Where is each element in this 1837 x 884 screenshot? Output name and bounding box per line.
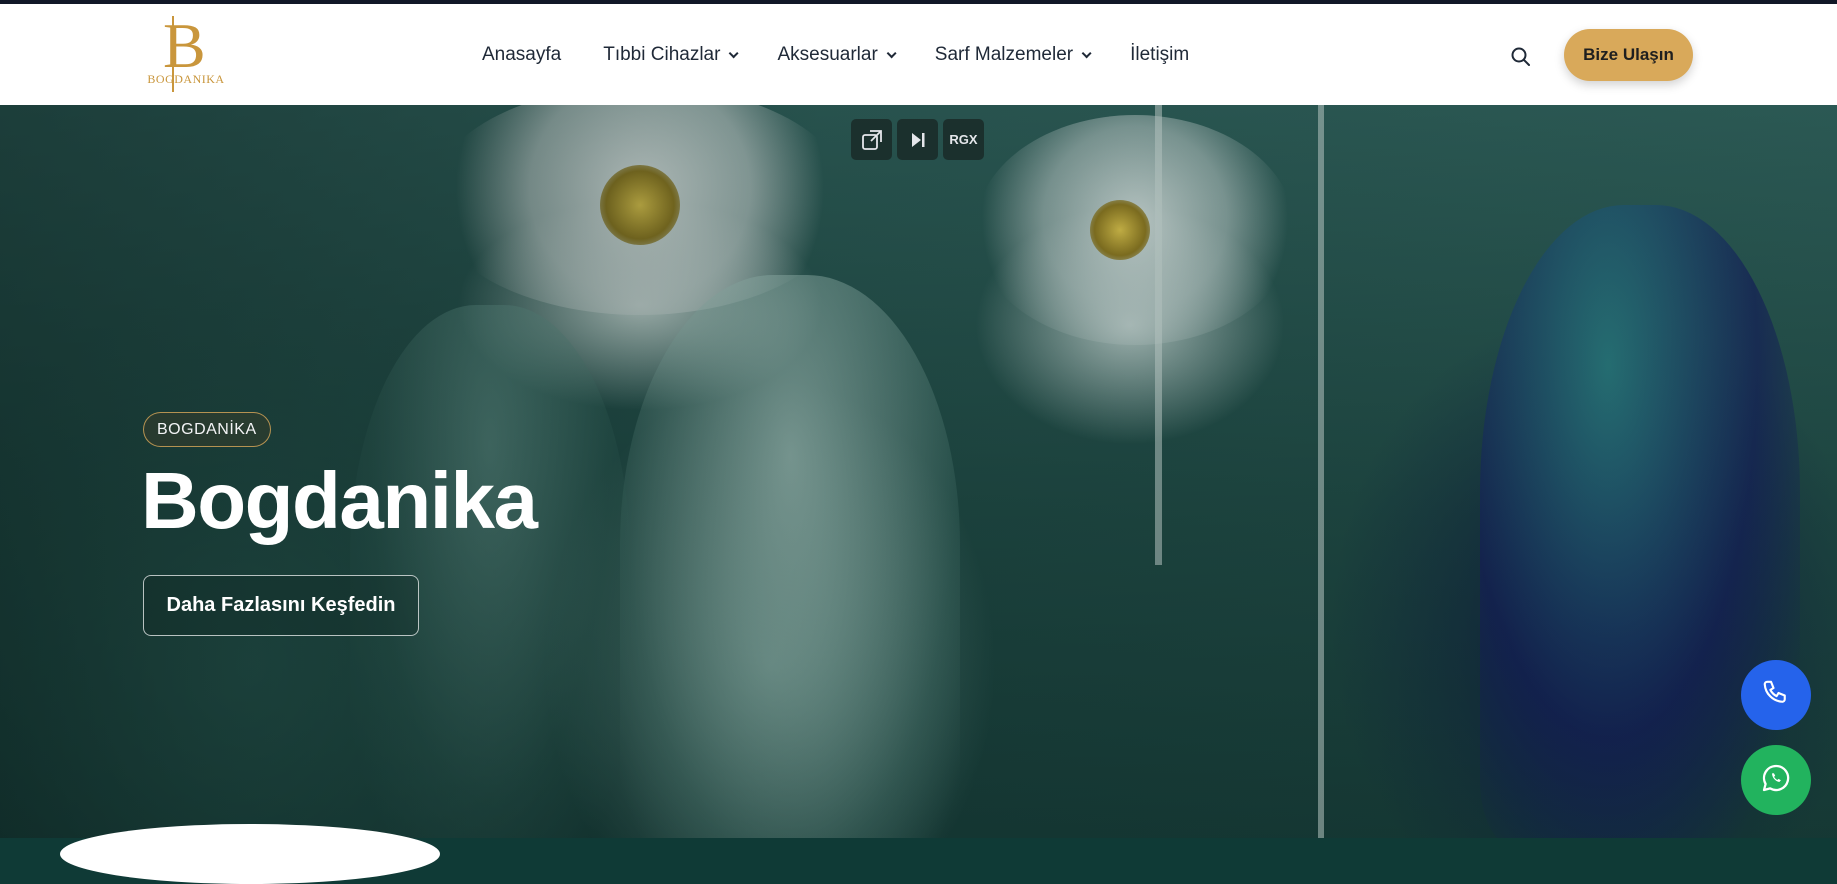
whatsapp-button[interactable]: [1741, 745, 1811, 815]
rgx-button[interactable]: RGX: [943, 119, 984, 160]
main-nav: Anasayfa Tıbbi Cihazlar Aksesuarlar Sarf…: [482, 44, 1231, 66]
logo-text: BOGDANIKA: [147, 72, 225, 86]
popout-icon[interactable]: [851, 119, 892, 160]
explore-button[interactable]: Daha Fazlasını Keşfedin: [143, 575, 419, 636]
hero-section: RGX BOGDANİKA Bogdanika Daha Fazlasını K…: [0, 105, 1837, 838]
skip-icon[interactable]: [897, 119, 938, 160]
hero-badge: BOGDANİKA: [143, 412, 271, 447]
nav-label: Anasayfa: [482, 44, 562, 65]
chevron-down-icon: [886, 47, 897, 58]
nav-label: İletişim: [1130, 44, 1190, 65]
nav-item-aksesuarlar[interactable]: Aksesuarlar: [777, 44, 897, 66]
phone-button[interactable]: [1741, 660, 1811, 730]
site-header: B BOGDANIKA Anasayfa Tıbbi Cihazlar Akse…: [0, 4, 1837, 105]
whatsapp-icon: [1760, 762, 1792, 799]
site-logo[interactable]: B BOGDANIKA: [141, 14, 231, 96]
nav-label: Sarf Malzemeler: [934, 44, 1074, 65]
nav-item-sarf-malzemeler[interactable]: Sarf Malzemeler: [934, 44, 1092, 66]
bottom-curve-decoration: [60, 824, 440, 884]
contact-button[interactable]: Bize Ulaşın: [1564, 29, 1693, 81]
phone-icon: [1761, 678, 1791, 713]
chevron-down-icon: [729, 47, 740, 58]
nav-item-tibbi-cihazlar[interactable]: Tıbbi Cihazlar: [603, 44, 740, 66]
chevron-down-icon: [1081, 47, 1092, 58]
nav-item-anasayfa[interactable]: Anasayfa: [482, 44, 561, 66]
media-controls: RGX: [851, 119, 984, 160]
hero-title: Bogdanika: [141, 456, 538, 545]
nav-label: Aksesuarlar: [777, 44, 878, 65]
search-icon[interactable]: [1510, 46, 1532, 68]
nav-item-iletisim[interactable]: İletişim: [1130, 44, 1189, 66]
logo-letter: B: [163, 10, 206, 81]
nav-label: Tıbbi Cihazlar: [603, 44, 721, 65]
